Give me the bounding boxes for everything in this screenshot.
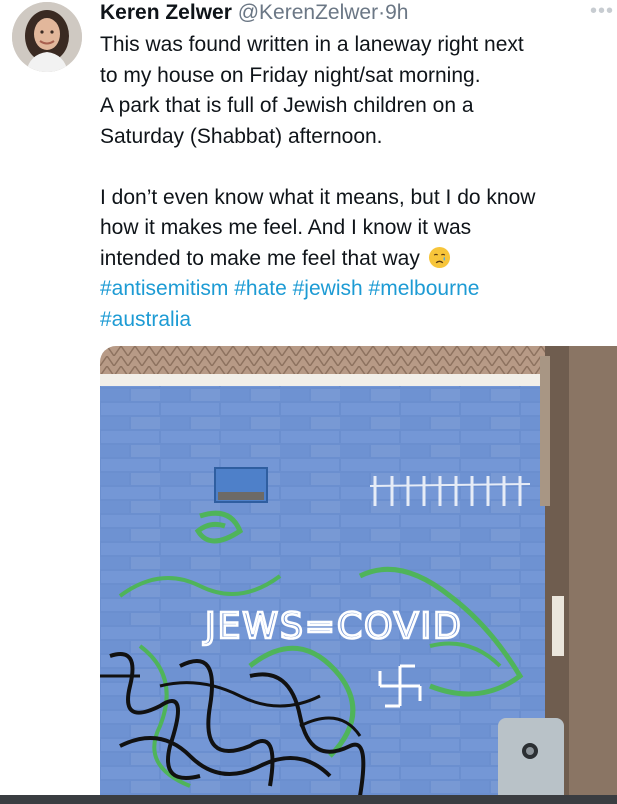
tweet-line: This was found written in a laneway righ…: [100, 33, 524, 56]
timestamp[interactable]: 9h: [385, 1, 408, 24]
hashtag-link[interactable]: #melbourne: [369, 277, 480, 300]
graffiti-wall-photo: JEWS=COVID: [100, 346, 617, 804]
user-handle[interactable]: @KerenZelwer: [238, 1, 378, 24]
tweet-media-photo[interactable]: JEWS=COVID: [100, 346, 617, 804]
display-name[interactable]: Keren Zelwer: [100, 1, 232, 24]
tweet-line: how it makes me feel. And I know it was: [100, 216, 472, 239]
bottom-bar: [0, 795, 617, 804]
tweet-line: to my house on Friday night/sat morning.: [100, 63, 481, 87]
avatar-photo: [12, 2, 82, 72]
tweet-header: Keren Zelwer @KerenZelwer·9h: [100, 0, 408, 26]
more-dots-icon[interactable]: •••: [590, 1, 614, 21]
tweet-line: I don’t even know what it means, but I d…: [100, 185, 536, 209]
hashtag-link[interactable]: #jewish: [293, 277, 363, 300]
hashtag-link[interactable]: #hate: [234, 277, 287, 300]
tweet-body: This was found written in a laneway righ…: [100, 30, 610, 335]
crying-face-icon: [428, 246, 450, 268]
graffiti-text: JEWS=COVID: [203, 606, 463, 647]
tweet-line: A park that is full of Jewish children o…: [100, 94, 474, 117]
tweet-line: intended to make me feel that way: [100, 246, 420, 270]
hashtag-link[interactable]: #antisemitism: [100, 277, 228, 300]
hashtag-link[interactable]: #australia: [100, 308, 191, 331]
tweet-line: Saturday (Shabbat) afternoon.: [100, 124, 383, 148]
hashtag-line: #australia: [100, 305, 610, 336]
avatar[interactable]: [12, 2, 82, 72]
tweet-line-with-emoji: intended to make me feel that way: [100, 244, 610, 275]
hashtag-line: #antisemitism #hate #jewish #melbourne: [100, 274, 610, 305]
